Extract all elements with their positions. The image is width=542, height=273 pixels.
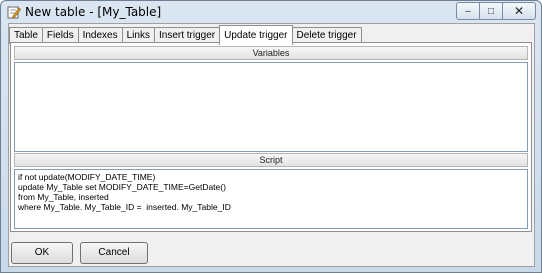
close-button[interactable]: ✕ xyxy=(502,2,536,20)
minimize-button[interactable]: – xyxy=(456,2,480,20)
update-trigger-panel: Variables Script if not update(MODIFY_DA… xyxy=(10,42,532,232)
window-title: New table - [My_Table] xyxy=(25,5,162,19)
button-bar: OK Cancel xyxy=(9,242,534,266)
ok-button[interactable]: OK xyxy=(11,242,73,264)
dialog-client-area: Table Fields Indexes Links Insert trigge… xyxy=(8,23,535,267)
maximize-icon: □ xyxy=(487,5,495,17)
script-header: Script xyxy=(14,153,528,167)
tab-update-trigger[interactable]: Update trigger xyxy=(219,25,293,45)
title-bar[interactable]: New table - [My_Table] – □ ✕ xyxy=(1,1,541,23)
minimize-icon: – xyxy=(465,5,471,17)
variables-editor[interactable] xyxy=(14,62,528,152)
edit-table-icon xyxy=(7,6,21,19)
close-icon: ✕ xyxy=(513,4,525,18)
cancel-button[interactable]: Cancel xyxy=(80,242,148,264)
maximize-button[interactable]: □ xyxy=(479,2,503,20)
variables-header: Variables xyxy=(14,46,528,60)
script-editor[interactable]: if not update(MODIFY_DATE_TIME) update M… xyxy=(14,169,528,229)
dialog-window: New table - [My_Table] – □ ✕ Table Field… xyxy=(0,0,542,273)
